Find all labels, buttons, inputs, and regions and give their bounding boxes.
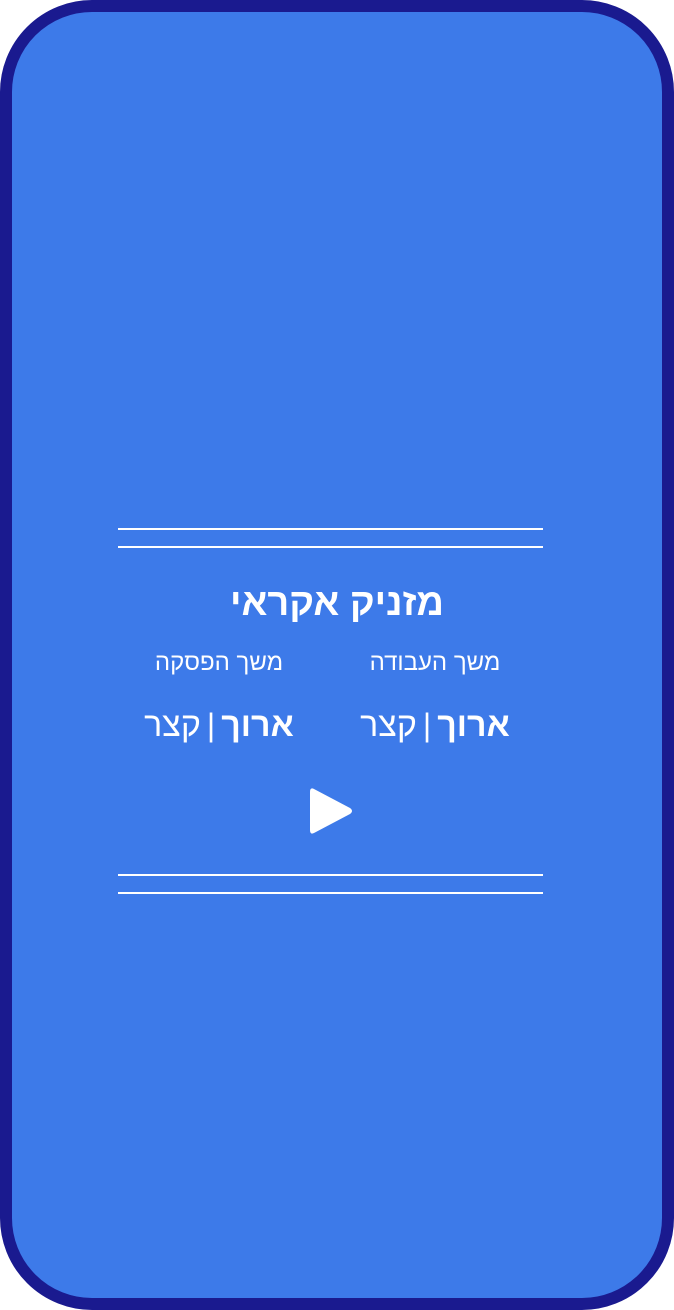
bottom-divider-line-2	[118, 892, 543, 894]
bottom-divider-line-1	[118, 874, 543, 876]
work-duration-long-option[interactable]: ארוך	[437, 706, 510, 744]
work-duration-separator: |	[422, 707, 432, 743]
phone-screen: מזניק אקראי משך העבודה ארוך|קצר משך הפסק…	[0, 0, 674, 1310]
top-divider-line-2	[118, 546, 543, 548]
break-duration-options: ארוך|קצר	[89, 704, 349, 746]
page-title: מזניק אקראי	[229, 582, 444, 624]
play-button[interactable]	[308, 786, 354, 836]
break-duration-long-option[interactable]: ארוך	[221, 706, 294, 744]
break-duration-short-option[interactable]: קצר	[144, 706, 201, 744]
break-duration-separator: |	[206, 707, 216, 743]
play-icon	[310, 788, 352, 834]
break-duration-label: משך הפסקה	[154, 649, 284, 676]
work-duration-short-option[interactable]: קצר	[360, 706, 417, 744]
top-divider-line-1	[118, 528, 543, 530]
